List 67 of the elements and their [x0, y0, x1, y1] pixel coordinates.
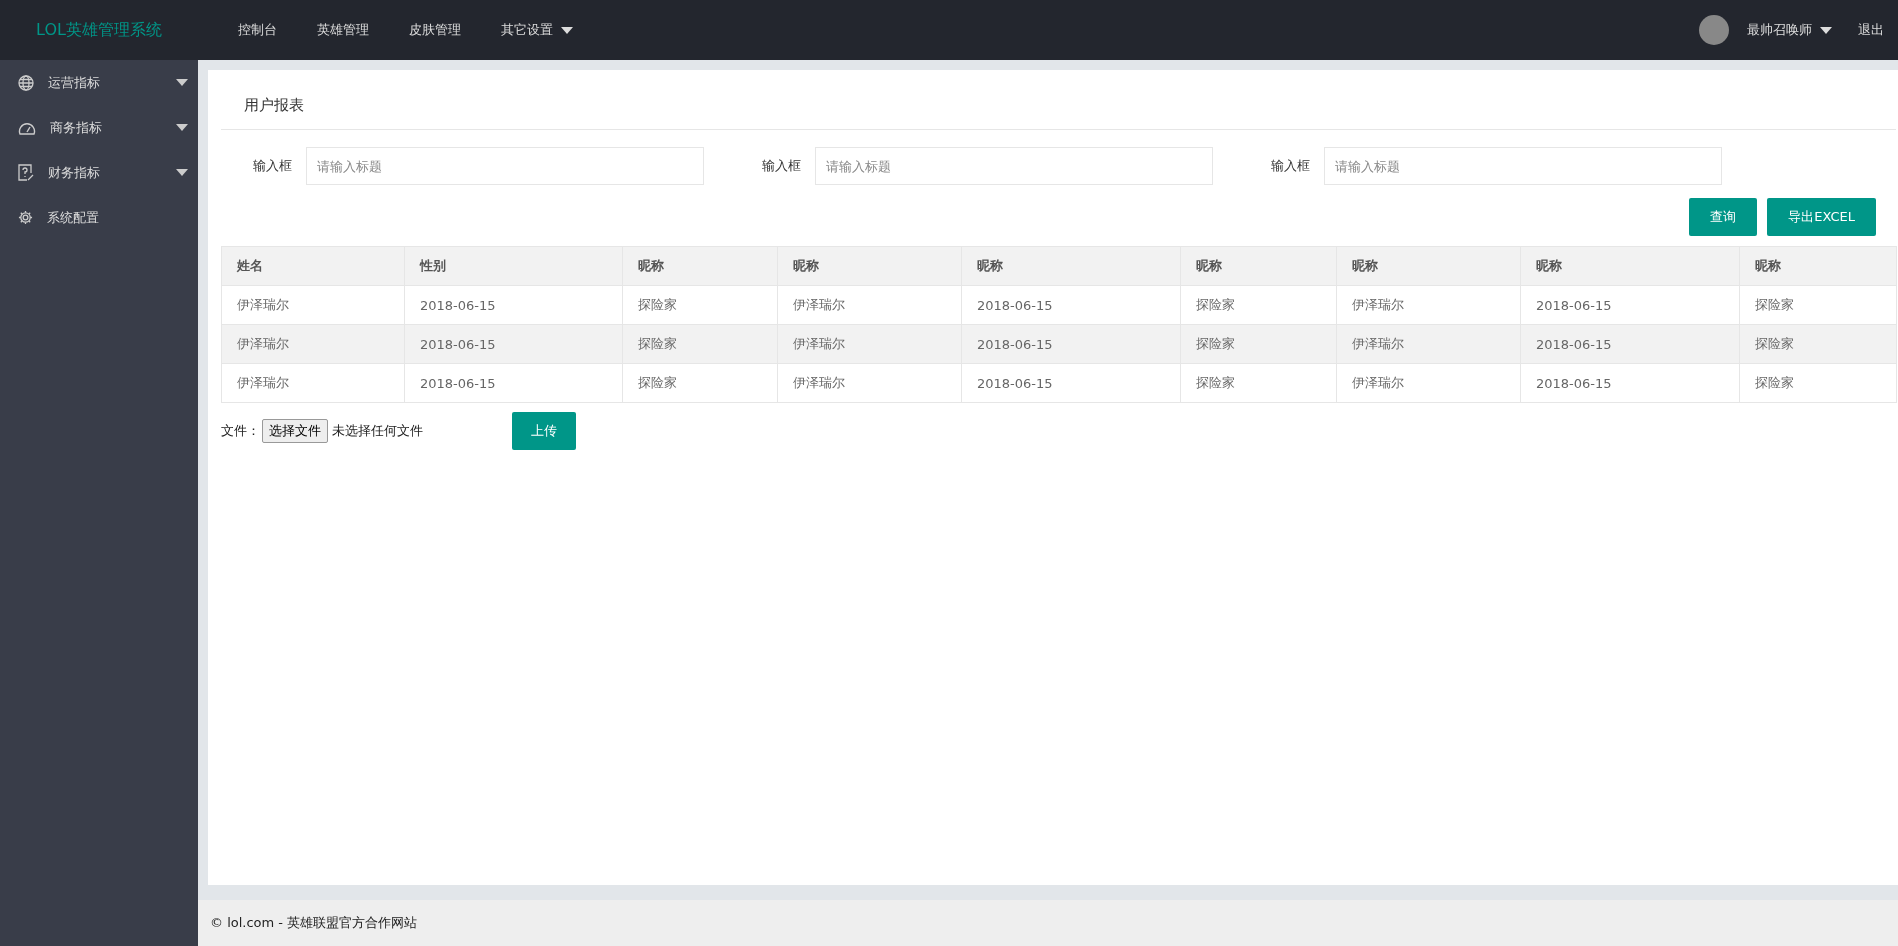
footer-text: © lol.com - 英雄联盟官方合作网站: [210, 914, 418, 932]
title-input-field[interactable]: 请输入标题: [1324, 147, 1722, 185]
column-header: 昵称: [1520, 246, 1740, 286]
table-cell: 2018-06-15: [1520, 363, 1740, 403]
column-header: 昵称: [961, 246, 1181, 286]
nav-link[interactable]: 其它设置: [481, 0, 593, 60]
table-cell: 伊泽瑞尔: [221, 285, 405, 325]
table-cell: 伊泽瑞尔: [777, 363, 962, 403]
column-header: 昵称: [777, 246, 962, 286]
table-cell: 伊泽瑞尔: [1336, 363, 1521, 403]
table-cell: 探险家: [1180, 363, 1337, 403]
column-header: 姓名: [221, 246, 405, 286]
panel-title: 用户报表: [244, 96, 304, 115]
column-header: 昵称: [1739, 246, 1897, 286]
table-cell: 探险家: [1180, 324, 1337, 364]
gauge-icon: [18, 120, 36, 135]
sidebar-item[interactable]: 系统配置: [47, 208, 188, 227]
table-cell: 伊泽瑞尔: [1336, 285, 1521, 325]
query-button[interactable]: 查询: [1689, 198, 1758, 236]
table-cell: 2018-06-15: [404, 363, 623, 403]
upload-button[interactable]: 上传: [512, 412, 576, 450]
file-status: 未选择任何文件: [332, 422, 424, 440]
table-cell: 2018-06-15: [961, 324, 1181, 364]
column-header: 性别: [404, 246, 623, 286]
table-cell: 伊泽瑞尔: [221, 324, 405, 364]
table-cell: 探险家: [1739, 363, 1897, 403]
export-button[interactable]: 导出EXCEL: [1767, 198, 1876, 236]
title-input-field[interactable]: 请输入标题: [815, 147, 1213, 185]
table-cell: 伊泽瑞尔: [221, 363, 405, 403]
table-cell: 伊泽瑞尔: [1336, 324, 1521, 364]
sidebar-item[interactable]: 商务指标: [50, 118, 162, 137]
title-input-field[interactable]: 请输入标题: [306, 147, 704, 185]
app-logo[interactable]: LOL英雄管理系统: [0, 19, 198, 41]
column-header: 昵称: [1180, 246, 1337, 286]
table-cell: 2018-06-15: [961, 363, 1181, 403]
column-header: 昵称: [622, 246, 778, 286]
table-cell: 探险家: [1739, 324, 1897, 364]
user-menu[interactable]: 最帅召唤师: [1747, 0, 1832, 60]
logout-link[interactable]: 退出: [1852, 0, 1898, 60]
column-header: 昵称: [1336, 246, 1521, 286]
avatar[interactable]: [1699, 15, 1729, 45]
nav-link[interactable]: 皮肤管理: [389, 0, 481, 60]
table-cell: 探险家: [622, 285, 778, 325]
table-cell: 2018-06-15: [1520, 324, 1740, 364]
file-label: 文件：: [221, 422, 260, 440]
table-cell: 伊泽瑞尔: [777, 324, 962, 364]
choose-file-button[interactable]: 选择文件: [262, 419, 328, 443]
table-cell: 伊泽瑞尔: [777, 285, 962, 325]
globe-icon: [18, 74, 34, 91]
gear-icon: [18, 210, 33, 225]
table-cell: 2018-06-15: [961, 285, 1181, 325]
field-label: 输入框: [1271, 157, 1310, 175]
nav-link[interactable]: 控制台: [218, 0, 297, 60]
sidebar-item[interactable]: 运营指标: [48, 73, 162, 92]
sidebar-item[interactable]: 财务指标: [48, 163, 162, 182]
table-cell: 探险家: [622, 363, 778, 403]
table-cell: 2018-06-15: [404, 285, 623, 325]
table-cell: 2018-06-15: [1520, 285, 1740, 325]
table-cell: 2018-06-15: [404, 324, 623, 364]
field-label: 输入框: [253, 157, 292, 175]
field-label: 输入框: [762, 157, 801, 175]
table-cell: 探险家: [1180, 285, 1337, 325]
caret-icon: [1820, 26, 1832, 34]
document-question-icon: [18, 164, 34, 181]
table-cell: 探险家: [1739, 285, 1897, 325]
table-cell: 探险家: [622, 324, 778, 364]
nav-link[interactable]: 英雄管理: [297, 0, 389, 60]
